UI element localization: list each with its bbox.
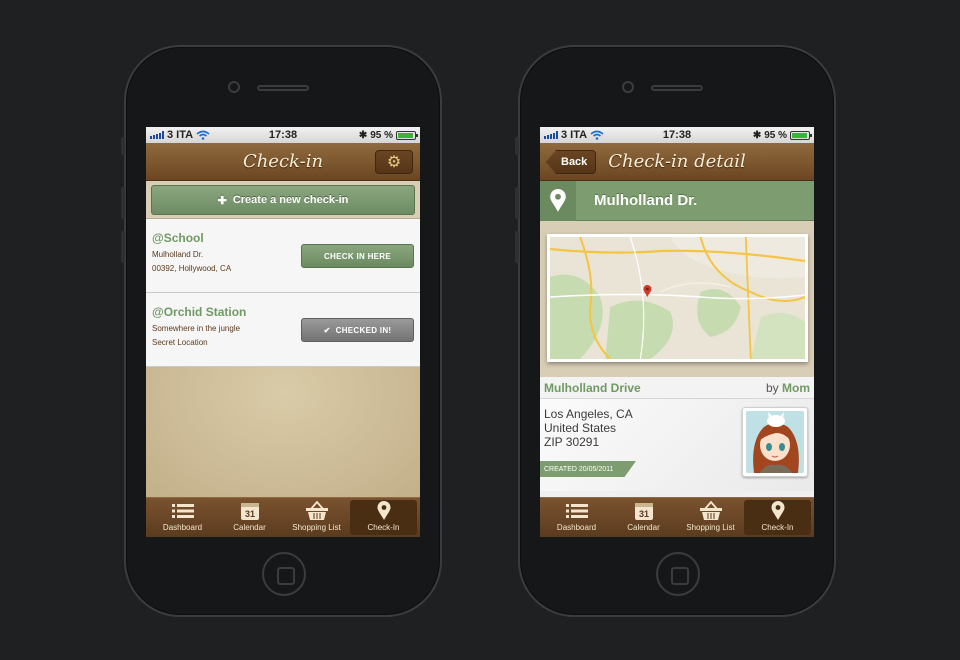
page-title: Check-in detail [608,151,746,172]
checked-in-button[interactable]: ✔ CHECKED IN! [301,318,414,342]
street-name: Mulholland Drive [544,380,641,395]
signal-icon [544,131,558,139]
carrier-label: 3 ITA [561,129,588,141]
nav-bar: Back Check-in detail [540,143,814,181]
map-pin-icon [377,501,390,520]
location-banner: Mulholland Dr. [540,180,814,221]
front-camera [622,81,634,93]
list-icon [565,504,588,518]
map-pin-icon [771,501,784,520]
check-in-here-label: CHECK IN HERE [323,251,392,261]
tab-dashboard[interactable]: Dashboard [543,500,610,535]
earpiece-speaker [651,85,703,91]
phone-right: 3 ITA 17:38 ✱ 95 % Back Check-in detail … [515,45,836,617]
front-camera [228,81,240,93]
wifi-icon [590,130,604,140]
tab-bar: Dashboard 31 Calendar Shopping List Chec… [146,497,420,537]
phone-left: 3 ITA 17:38 ✱ 95 % Check-in ⚙ ✚ Create a… [121,45,442,617]
tab-label: Check-In [367,523,400,532]
tab-dashboard[interactable]: Dashboard [149,500,216,535]
tab-label: Shopping List [292,523,341,532]
carrier-label: 3 ITA [167,129,194,141]
bluetooth-icon: ✱ [752,129,762,141]
by-label: by [765,380,779,395]
calendar-icon: 31 [634,503,653,520]
created-date-badge: CREATED 20/05/2011 [540,461,636,477]
basket-icon [305,501,328,520]
tab-bar: Dashboard 31 Calendar Shopping List Chec… [540,497,814,537]
map-image [550,237,805,359]
checkin-name: @Orchid Station [152,305,247,319]
location-map[interactable] [547,234,808,362]
mute-switch [121,137,125,155]
tab-check-in[interactable]: Check-In [350,500,417,535]
battery-percent: 95 % [370,129,393,141]
calendar-day: 31 [244,509,254,519]
gear-icon: ⚙ [386,154,402,171]
avatar-image [746,411,804,473]
paper-background [146,367,420,497]
tab-label: Dashboard [556,523,597,532]
create-checkin-label: Create a new check-in [232,194,349,206]
plus-icon: ✚ [217,194,227,207]
bluetooth-icon: ✱ [358,129,368,141]
create-area: ✚ Create a new check-in [146,181,420,219]
volume-down-button [515,231,519,263]
checkmark-icon: ✔ [323,325,331,335]
tab-check-in[interactable]: Check-In [744,500,811,535]
status-bar: 3 ITA 17:38 ✱ 95 % [540,127,814,143]
volume-down-button [121,231,125,263]
calendar-day: 31 [638,509,648,519]
tab-label: Calendar [233,523,266,532]
home-button[interactable] [656,552,700,596]
author-avatar[interactable] [742,407,808,477]
settings-button[interactable]: ⚙ [375,150,413,174]
mute-switch [515,137,519,155]
checkin-detail-screen: 3 ITA 17:38 ✱ 95 % Back Check-in detail … [540,127,814,537]
checkin-item-orchid-station[interactable]: @Orchid Station Somewhere in the jungle … [146,293,420,367]
back-button[interactable]: Back [546,150,597,174]
nav-bar: Check-in ⚙ [146,143,420,181]
tab-calendar[interactable]: 31 Calendar [610,500,677,535]
tab-shopping-list[interactable]: Shopping List [283,500,350,535]
checked-in-label: CHECKED IN! [335,325,392,335]
volume-up-button [515,187,519,219]
checkin-item-school[interactable]: @School Mulholland Dr. 00392, Hollywood,… [146,219,420,293]
check-in-here-button[interactable]: CHECK IN HERE [301,244,414,268]
status-bar: 3 ITA 17:38 ✱ 95 % [146,127,420,143]
author-line: by Mom [766,381,810,395]
map-area [540,221,814,377]
signal-icon [150,131,164,139]
battery-icon [790,130,812,140]
info-body: Los Angeles, CA United States ZIP 30291 … [540,399,814,491]
tab-label: Dashboard [162,523,203,532]
tab-shopping-list[interactable]: Shopping List [677,500,744,535]
checkin-name: @School [152,231,204,245]
create-checkin-button[interactable]: ✚ Create a new check-in [151,185,415,215]
battery-fill [398,132,414,138]
tab-calendar[interactable]: 31 Calendar [216,500,283,535]
tab-label: Check-In [761,523,794,532]
calendar-icon: 31 [240,503,259,520]
info-header: Mulholland Drive by Mom [540,377,814,399]
checkin-list-screen: 3 ITA 17:38 ✱ 95 % Check-in ⚙ ✚ Create a… [146,127,420,537]
location-name: Mulholland Dr. [594,192,698,209]
map-pin-icon [550,188,566,212]
page-title: Check-in [242,151,324,172]
basket-icon [699,501,722,520]
wifi-icon [196,130,210,140]
list-icon [171,504,194,518]
home-button[interactable] [262,552,306,596]
battery-fill [792,132,808,138]
battery-percent: 95 % [764,129,787,141]
tab-label: Calendar [627,523,660,532]
author-name[interactable]: Mom [782,381,810,395]
tab-label: Shopping List [686,523,735,532]
earpiece-speaker [257,85,309,91]
volume-up-button [121,187,125,219]
battery-icon [396,130,418,140]
